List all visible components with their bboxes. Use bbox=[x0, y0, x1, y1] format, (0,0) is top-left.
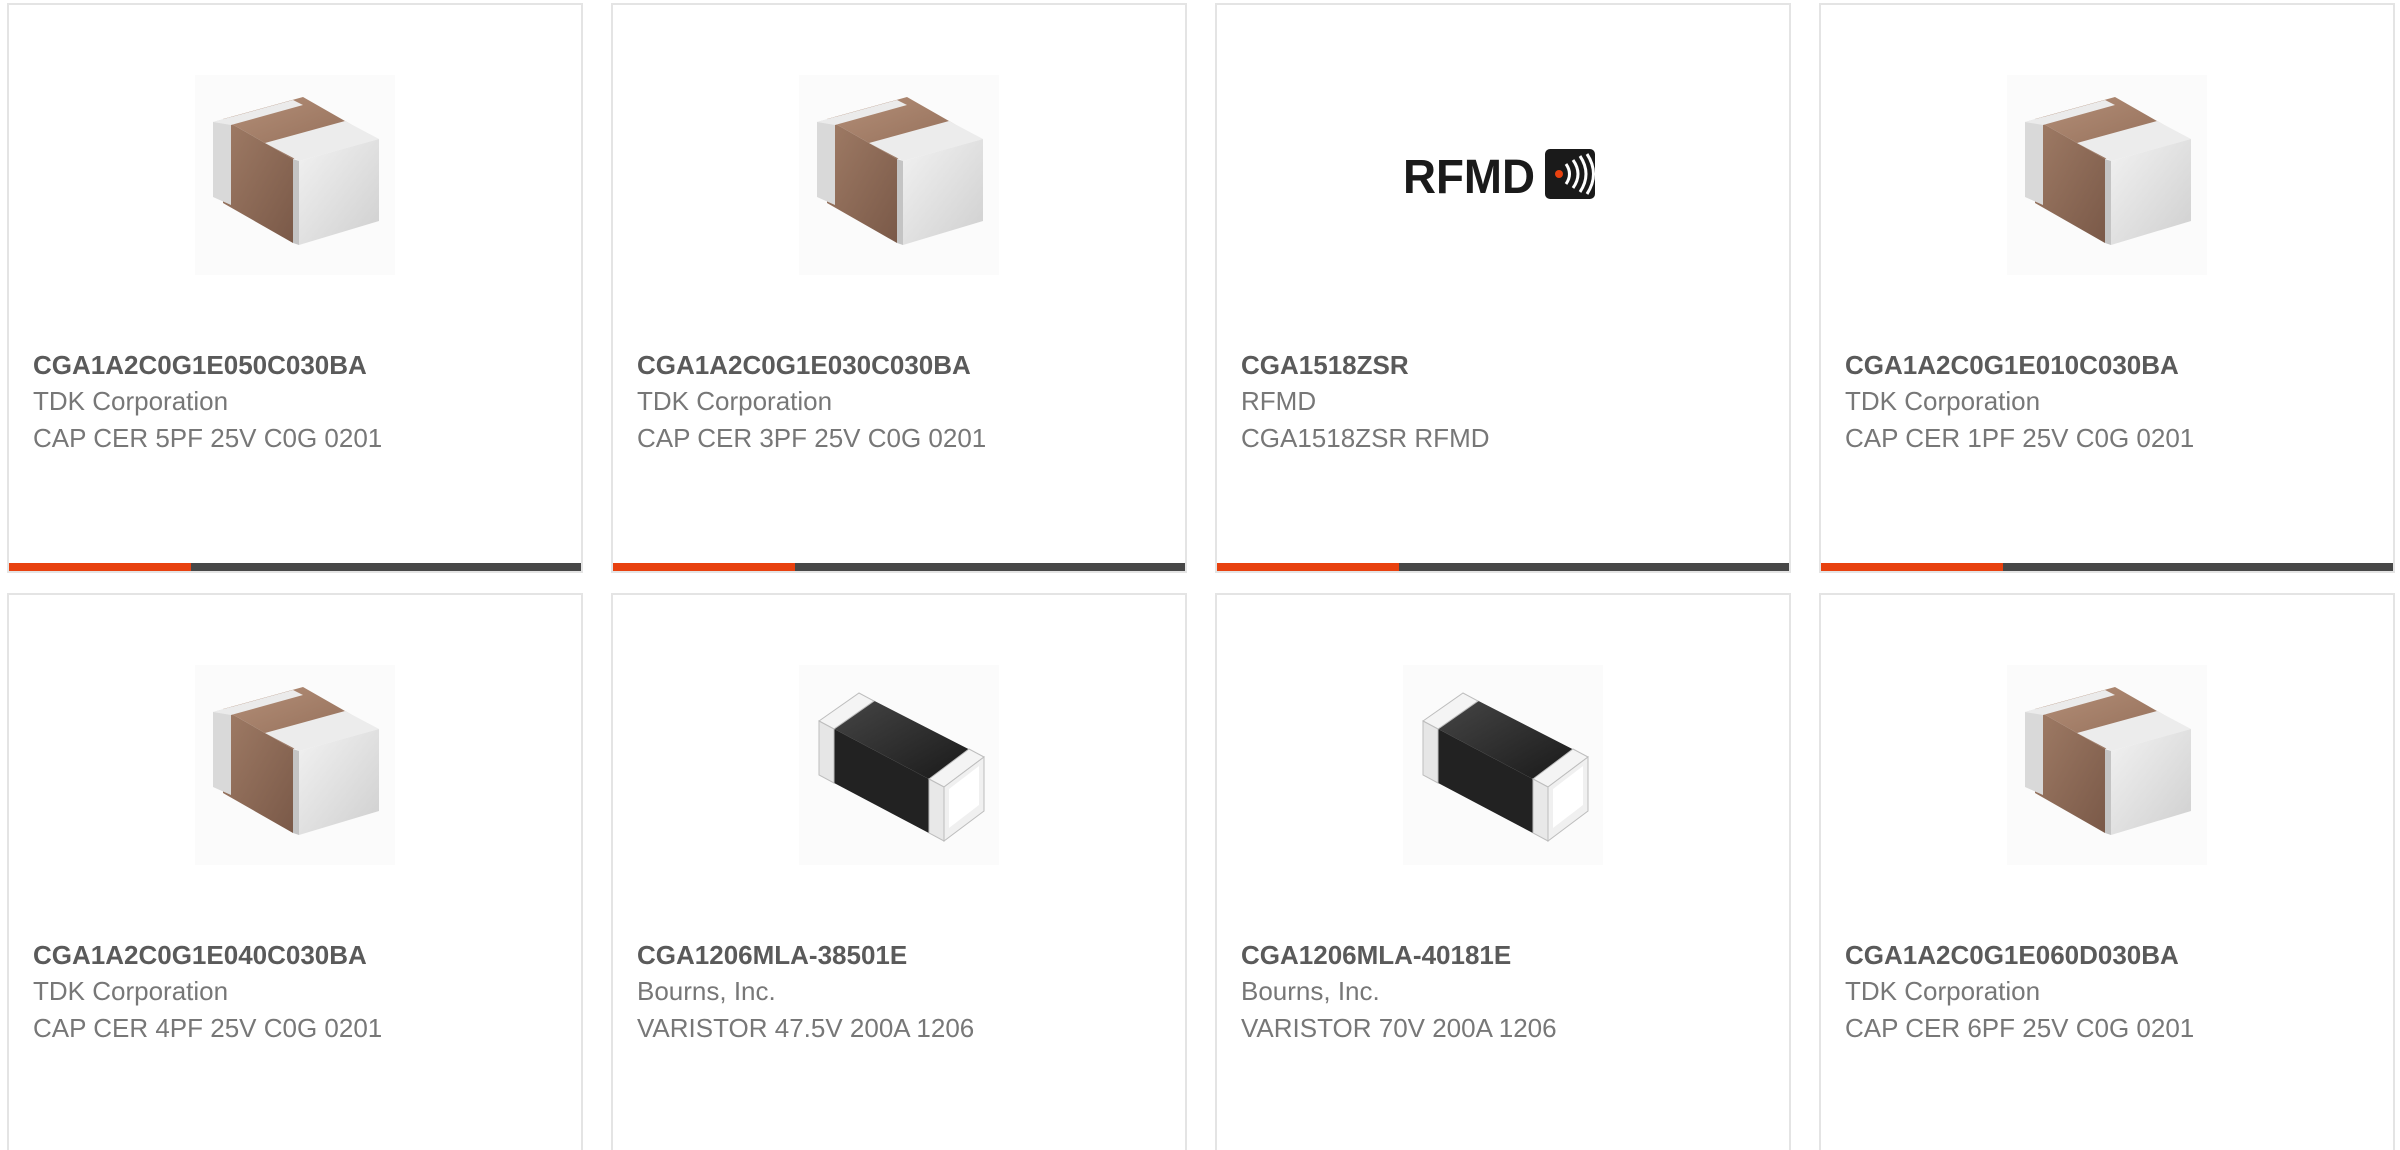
part-number[interactable]: CGA1A2C0G1E010C030BA bbox=[1845, 347, 2373, 383]
product-card[interactable]: CGA1A2C0G1E060D030BA TDK Corporation CAP… bbox=[1819, 593, 2395, 1150]
rfmd-logo-text: RFMD bbox=[1403, 151, 1535, 204]
product-card[interactable]: CGA1206MLA-38501E Bourns, Inc. VARISTOR … bbox=[611, 593, 1187, 1150]
card-bottom-bar bbox=[1217, 563, 1789, 571]
chip-varistor-icon bbox=[1403, 665, 1603, 865]
manufacturer: TDK Corporation bbox=[33, 976, 229, 1006]
ceramic-capacitor-icon bbox=[2007, 665, 2207, 865]
part-number[interactable]: CGA1A2C0G1E050C030BA bbox=[33, 347, 561, 383]
description: CAP CER 1PF 25V C0G 0201 bbox=[1845, 423, 2195, 453]
manufacturer: TDK Corporation bbox=[637, 386, 833, 416]
ceramic-capacitor-icon bbox=[799, 75, 999, 275]
manufacturer: Bourns, Inc. bbox=[637, 976, 776, 1006]
product-grid: CGA1A2C0G1E050C030BA TDK Corporation CAP… bbox=[0, 0, 2400, 1150]
product-card[interactable]: CGA1A2C0G1E030C030BA TDK Corporation CAP… bbox=[611, 3, 1187, 573]
rfmd-logo: RFMD bbox=[1403, 75, 1603, 275]
description: VARISTOR 70V 200A 1206 bbox=[1241, 1013, 1557, 1043]
manufacturer: TDK Corporation bbox=[1845, 386, 2041, 416]
card-accent-bar bbox=[1217, 563, 1399, 571]
card-bottom-bar bbox=[1821, 563, 2393, 571]
manufacturer: RFMD bbox=[1241, 386, 1317, 416]
description: CAP CER 4PF 25V C0G 0201 bbox=[33, 1013, 383, 1043]
card-bottom-bar bbox=[9, 563, 581, 571]
product-card[interactable]: CGA1A2C0G1E050C030BA TDK Corporation CAP… bbox=[7, 3, 583, 573]
part-number[interactable]: CGA1A2C0G1E030C030BA bbox=[637, 347, 1165, 383]
description: CGA1518ZSR RFMD bbox=[1241, 423, 1490, 453]
product-card[interactable]: CGA1A2C0G1E010C030BA TDK Corporation CAP… bbox=[1819, 3, 2395, 573]
product-card[interactable]: RFMD CGA1518ZSR RFMD CGA1518ZSR RFMD bbox=[1215, 3, 1791, 573]
card-accent-bar bbox=[1821, 563, 2003, 571]
manufacturer: Bourns, Inc. bbox=[1241, 976, 1380, 1006]
description: VARISTOR 47.5V 200A 1206 bbox=[637, 1013, 975, 1043]
part-number[interactable]: CGA1206MLA-40181E bbox=[1241, 937, 1769, 973]
product-card[interactable]: CGA1A2C0G1E040C030BA TDK Corporation CAP… bbox=[7, 593, 583, 1150]
manufacturer: TDK Corporation bbox=[33, 386, 229, 416]
part-number[interactable]: CGA1518ZSR bbox=[1241, 347, 1769, 383]
description: CAP CER 3PF 25V C0G 0201 bbox=[637, 423, 987, 453]
product-card[interactable]: CGA1206MLA-40181E Bourns, Inc. VARISTOR … bbox=[1215, 593, 1791, 1150]
ceramic-capacitor-icon bbox=[2007, 75, 2207, 275]
manufacturer: TDK Corporation bbox=[1845, 976, 2041, 1006]
part-number[interactable]: CGA1206MLA-38501E bbox=[637, 937, 1165, 973]
card-bottom-bar bbox=[613, 563, 1185, 571]
card-accent-bar bbox=[613, 563, 795, 571]
ceramic-capacitor-icon bbox=[195, 75, 395, 275]
description: CAP CER 5PF 25V C0G 0201 bbox=[33, 423, 383, 453]
description: CAP CER 6PF 25V C0G 0201 bbox=[1845, 1013, 2195, 1043]
chip-varistor-icon bbox=[799, 665, 999, 865]
ceramic-capacitor-icon bbox=[195, 665, 395, 865]
part-number[interactable]: CGA1A2C0G1E040C030BA bbox=[33, 937, 561, 973]
card-accent-bar bbox=[9, 563, 191, 571]
part-number[interactable]: CGA1A2C0G1E060D030BA bbox=[1845, 937, 2373, 973]
